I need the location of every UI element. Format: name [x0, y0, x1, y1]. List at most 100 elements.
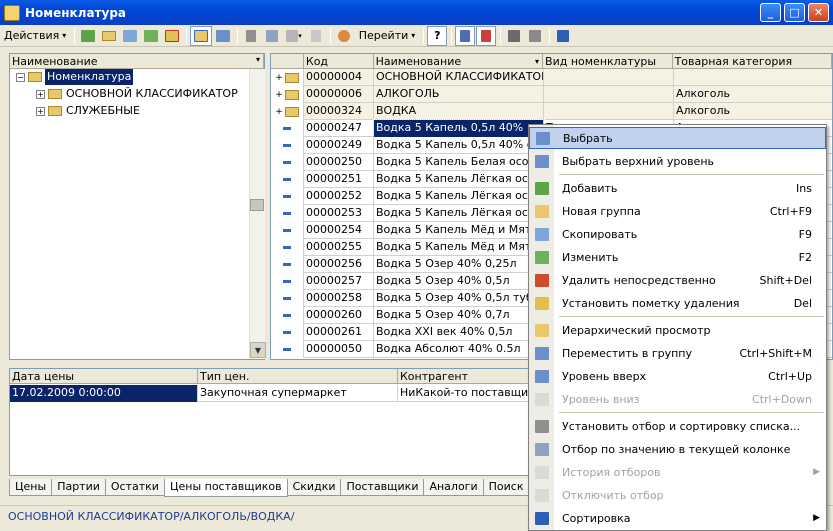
- link-icon[interactable]: [553, 26, 573, 46]
- hierarchy-icon: [534, 323, 549, 337]
- menu-item-9[interactable]: Переместить в группу Ctrl+Shift+M: [529, 342, 826, 364]
- help-button[interactable]: ?: [427, 25, 448, 46]
- select-icon: [535, 131, 550, 145]
- filter-icon[interactable]: [241, 26, 261, 46]
- filter-by-value-icon[interactable]: [262, 26, 282, 46]
- cell-cat: Алкоголь: [674, 103, 832, 120]
- dropdown-arrow-icon: ▾: [62, 31, 67, 40]
- item-icon: [283, 331, 291, 334]
- col-kind[interactable]: Вид номенклатуры: [543, 54, 673, 69]
- item-icon: [283, 161, 291, 164]
- menu-item-10[interactable]: Уровень вверх Ctrl+Up: [529, 365, 826, 387]
- item-icon: [283, 195, 291, 198]
- menu-item-1[interactable]: Выбрать верхний уровень: [529, 150, 826, 172]
- tab-2[interactable]: Остатки: [104, 479, 165, 496]
- tree-scroll-thumb[interactable]: [250, 199, 264, 211]
- filter-history-icon[interactable]: ▾: [283, 26, 305, 46]
- add-icon[interactable]: [78, 26, 98, 46]
- tree-header-dropdown-icon[interactable]: ▾: [256, 55, 260, 64]
- tab-6[interactable]: Аналоги: [423, 479, 484, 496]
- disable-filter-icon[interactable]: [306, 26, 326, 46]
- menu-item-11[interactable]: Уровень вниз Ctrl+Down: [529, 388, 826, 410]
- move-icon: [534, 346, 549, 360]
- menu-separator: [559, 174, 824, 175]
- title-bar: Номенклатура _ □ ✕: [0, 0, 833, 25]
- refresh-icon[interactable]: [334, 26, 354, 46]
- menu-item-5[interactable]: Изменить F2: [529, 246, 826, 268]
- grid-header: Код Наименование ▾ Вид номенклатуры Товар…: [271, 54, 832, 69]
- menu-item-6[interactable]: Удалить непосредственно Shift+Del: [529, 269, 826, 291]
- cell-code: 00000256: [304, 256, 374, 273]
- new-group-icon[interactable]: [99, 26, 119, 46]
- item-icon: [283, 212, 291, 215]
- group-row[interactable]: +00000006 АЛКОГОЛЬ Алкоголь: [271, 86, 832, 103]
- menu-item-13[interactable]: Отбор по значению в текущей колонке: [529, 438, 826, 460]
- menu-item-15[interactable]: Отключить отбор: [529, 484, 826, 506]
- tab-1[interactable]: Партии: [51, 479, 106, 496]
- tab-5[interactable]: Поставщики: [340, 479, 425, 496]
- menu-item-4[interactable]: Скопировать F9: [529, 223, 826, 245]
- price-row[interactable]: 17.02.2009 0:00:00 Закупочная супермарке…: [10, 385, 538, 402]
- app-icon: [4, 4, 20, 21]
- cell-name: Водка 5 Озер 40% 0,5л: [374, 273, 544, 290]
- scroll-down-icon[interactable]: ▼: [250, 342, 266, 358]
- collapse-icon[interactable]: −: [16, 72, 25, 82]
- tree-node-classifier[interactable]: + ОСНОВНОЙ КЛАССИФИКАТОР: [36, 86, 238, 102]
- bottom-tabs: Цены Партии Остатки Цены поставщиков Скидки П…: [9, 479, 578, 497]
- submenu-arrow-icon: ▶: [813, 467, 820, 477]
- copy-icon[interactable]: [120, 26, 140, 46]
- col-category[interactable]: Товарная категория: [673, 54, 832, 69]
- expand-icon[interactable]: +: [275, 87, 283, 103]
- tree-node-service[interactable]: + СЛУЖЕБНЫЕ: [36, 103, 140, 119]
- close-button[interactable]: ✕: [808, 3, 829, 22]
- tab-4[interactable]: Скидки: [286, 479, 342, 496]
- tab-0[interactable]: Цены: [9, 479, 53, 496]
- group-row[interactable]: +00000324 ВОДКА Алкоголь: [271, 103, 832, 120]
- list-settings-icon[interactable]: [504, 26, 524, 46]
- tree-view-toggle-icon[interactable]: [455, 25, 476, 46]
- maximize-button[interactable]: □: [784, 3, 805, 22]
- goto-menu-button[interactable]: Перейти ▾: [355, 26, 420, 46]
- minimize-button[interactable]: _: [760, 3, 781, 22]
- menu-item-14[interactable]: История отборов ▶: [529, 461, 826, 483]
- cell-code: 00000050: [304, 341, 374, 358]
- menu-item-16[interactable]: Сортировка ▶: [529, 507, 826, 529]
- menu-item-12[interactable]: Установить отбор и сортировку списка...: [529, 415, 826, 437]
- cell-name: Водка 5 Капель Лёгкая особа: [374, 188, 544, 205]
- expand-icon[interactable]: +: [275, 70, 283, 86]
- cell-name: Водка Абсолют 40% 0.5л: [374, 341, 544, 358]
- cell-code: 00000260: [304, 307, 374, 324]
- cell-code: 00000261: [304, 324, 374, 341]
- status-path: ОСНОВНОЙ КЛАССИФИКАТОР/АЛКОГОЛЬ/ВОДКА/: [8, 510, 295, 523]
- cell-code: 00000004: [304, 69, 374, 86]
- menu-item-2[interactable]: Добавить Ins: [529, 177, 826, 199]
- tab-3[interactable]: Цены поставщиков: [163, 479, 288, 497]
- level-up-icon: [534, 369, 549, 383]
- col-name[interactable]: Наименование ▾: [374, 54, 544, 69]
- col-code[interactable]: Код: [304, 54, 374, 69]
- tools-icon[interactable]: [525, 26, 545, 46]
- select-top-icon: [534, 154, 549, 168]
- menu-item-8[interactable]: Иерархический просмотр: [529, 319, 826, 341]
- menu-item-7[interactable]: Установить пометку удаления Del: [529, 292, 826, 314]
- delete-mark-icon: [534, 296, 549, 310]
- move-to-group-icon[interactable]: [213, 26, 233, 46]
- edit-icon[interactable]: [141, 26, 161, 46]
- expand-icon[interactable]: +: [275, 104, 283, 120]
- expand-icon[interactable]: +: [36, 89, 45, 99]
- tree-scrollbar[interactable]: ▼: [249, 69, 266, 359]
- menu-item-3[interactable]: Новая группа Ctrl+F9: [529, 200, 826, 222]
- tree-node-root[interactable]: − Номенклатура: [16, 69, 134, 85]
- sort-icon: [534, 511, 549, 525]
- actions-menu-button[interactable]: Действия ▾: [0, 26, 70, 46]
- item-icon: [283, 178, 291, 181]
- expand-icon[interactable]: +: [36, 106, 45, 116]
- cell-name: Водка 5 Капель Мёд и Мята о: [374, 222, 544, 239]
- cell-name: ВОДКА: [374, 103, 544, 120]
- delete-mark-icon[interactable]: [162, 26, 182, 46]
- menu-item-0[interactable]: Выбрать: [529, 127, 826, 149]
- cell-code: 00000257: [304, 273, 374, 290]
- group-row[interactable]: +00000004 ОСНОВНОЙ КЛАССИФИКАТОР: [271, 69, 832, 86]
- show-marked-toggle-icon[interactable]: [476, 25, 497, 46]
- hierarchy-view-icon[interactable]: [190, 25, 213, 46]
